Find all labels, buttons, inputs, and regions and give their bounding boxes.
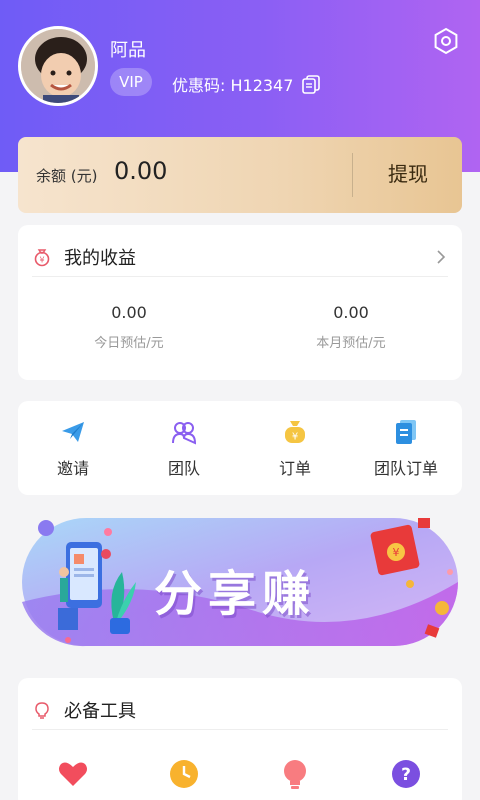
share-earn-banner[interactable]: ¥ 分享赚	[18, 512, 462, 652]
today-value: 0.00	[111, 303, 147, 322]
earnings-title: 我的收益	[64, 247, 136, 269]
today-earnings: 0.00 今日预估/元	[29, 303, 229, 351]
balance-label: 余额 (元)	[36, 167, 98, 185]
question-icon[interactable]: ?	[390, 758, 422, 790]
copy-icon[interactable]	[301, 74, 321, 94]
coupon-code: 优惠码: H12347	[172, 76, 294, 95]
svg-text:?: ?	[401, 765, 411, 785]
menu-label: 邀请	[56, 459, 89, 478]
menu-item-orders[interactable]: ¥ 订单	[240, 419, 350, 479]
withdraw-button[interactable]: 提现	[368, 155, 448, 195]
balance-value: 0.00	[114, 157, 168, 185]
menu-label: 团队订单	[373, 459, 438, 478]
settings-icon[interactable]	[432, 27, 460, 55]
today-label: 今日预估/元	[94, 336, 164, 351]
heart-icon[interactable]	[57, 758, 89, 790]
month-value: 0.00	[333, 303, 369, 322]
menu-item-team-orders[interactable]: 团队订单	[351, 419, 461, 479]
balance-card: 余额 (元) 0.00 提现	[18, 137, 462, 213]
lightbulb-icon[interactable]	[279, 758, 311, 790]
menu-label: 团队	[167, 459, 200, 478]
coupon-code-row: 优惠码: H12347	[172, 72, 321, 96]
svg-text:¥: ¥	[393, 546, 400, 559]
earnings-card: ¥ 我的收益 0.00 今日预估/元 0.00 本月预估/元	[18, 225, 462, 380]
chevron-right-icon[interactable]	[434, 249, 448, 264]
lightbulb-icon	[35, 701, 49, 719]
tools-title: 必备工具	[64, 700, 136, 722]
paper-plane-icon	[62, 422, 84, 442]
money-bag-icon: ¥	[34, 248, 50, 266]
team-icon	[172, 422, 197, 445]
month-label: 本月预估/元	[316, 336, 386, 351]
svg-text:¥: ¥	[292, 432, 298, 443]
month-earnings: 0.00 本月预估/元	[251, 303, 451, 351]
tools-card: 必备工具 ?	[18, 678, 462, 800]
money-bag-icon: ¥	[285, 421, 305, 443]
tools-header: 必备工具	[32, 690, 448, 730]
username: 阿品	[110, 40, 146, 61]
menu-label: 订单	[278, 459, 311, 478]
svg-text:¥: ¥	[39, 255, 44, 264]
earnings-header[interactable]: ¥ 我的收益	[32, 237, 448, 277]
avatar[interactable]	[18, 26, 98, 106]
clock-icon[interactable]	[168, 758, 200, 790]
document-icon	[396, 420, 416, 444]
banner-title: 分享赚	[154, 566, 317, 622]
menu-card: 邀请 团队 ¥ 订单 团队订单	[18, 401, 462, 495]
menu-item-team[interactable]: 团队	[129, 419, 239, 479]
divider	[352, 153, 353, 197]
menu-item-invite[interactable]: 邀请	[18, 419, 128, 479]
vip-badge: VIP	[110, 68, 152, 96]
